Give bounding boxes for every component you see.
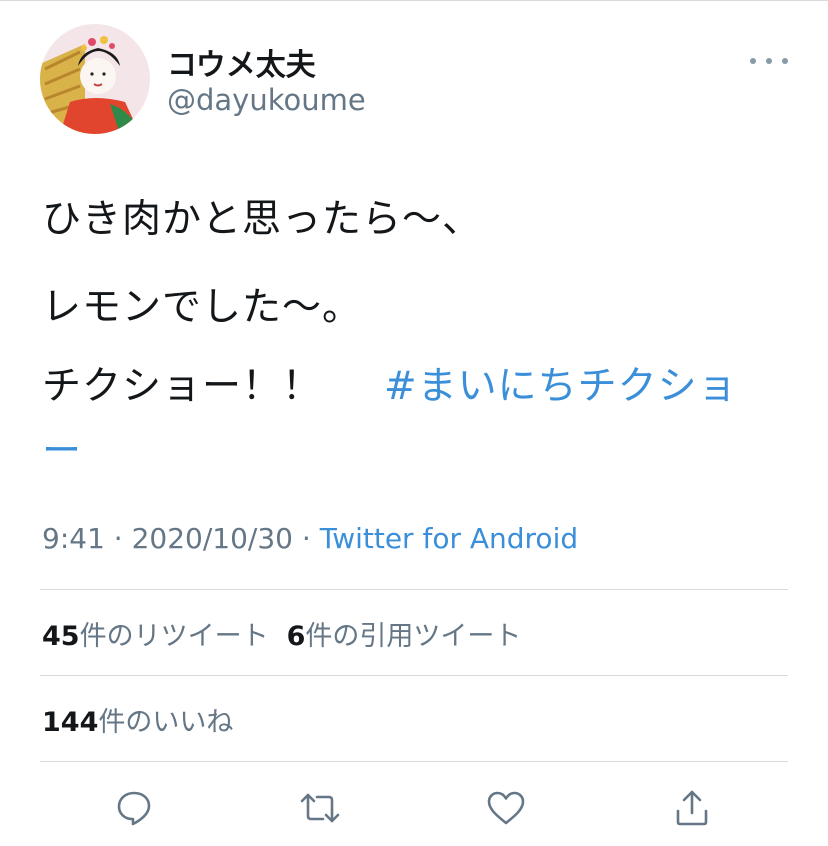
divider — [40, 589, 788, 590]
tweet-source-link[interactable]: Twitter for Android — [320, 522, 578, 555]
hashtag-link[interactable]: #まいにちチクショ — [384, 355, 738, 411]
share-icon — [676, 790, 708, 826]
quotes-stat[interactable]: 6件の引用ツイート — [287, 621, 522, 652]
retweet-button[interactable] — [298, 786, 342, 830]
tweet-text-line: チクショー！！ — [42, 364, 323, 409]
more-dot — [782, 58, 788, 64]
retweets-stat[interactable]: 45件のリツイート — [42, 621, 269, 652]
reply-icon — [117, 791, 151, 826]
display-name[interactable]: コウメ太夫 — [167, 40, 316, 84]
retweet-stats-row: 45件のリツイート 6件の引用ツイート — [42, 614, 521, 653]
likes-label: 件のいいね — [98, 707, 234, 738]
top-divider — [0, 0, 828, 1]
likes-count: 144 — [42, 707, 99, 738]
tweet-date: 2020/10/30 — [131, 522, 293, 555]
tweet-metadata: 9:41 · 2020/10/30 · Twitter for Android — [42, 522, 578, 555]
retweets-label: 件のリツイート — [79, 621, 269, 652]
heart-icon — [487, 791, 525, 825]
retweet-icon — [300, 793, 340, 823]
likes-stats-row[interactable]: 144件のいいね — [42, 700, 233, 739]
meta-separator: · — [301, 522, 311, 555]
tweet-text-line: レモンでした〜。 — [42, 285, 363, 330]
reply-button[interactable] — [112, 786, 156, 830]
hashtag-link-continued[interactable]: ー — [42, 420, 82, 476]
avatar[interactable] — [40, 24, 150, 134]
quotes-count: 6 — [286, 621, 306, 652]
like-button[interactable] — [484, 786, 528, 830]
more-dot — [766, 58, 772, 64]
tweet-time: 9:41 — [42, 522, 105, 555]
divider — [40, 761, 788, 762]
avatar-image — [40, 24, 150, 134]
user-handle[interactable]: @dayukoume — [167, 83, 366, 117]
tweet-text-line: ひき肉かと思ったら〜、 — [42, 197, 483, 242]
meta-separator: · — [113, 522, 123, 555]
share-button[interactable] — [670, 786, 714, 830]
retweets-count: 45 — [42, 621, 80, 652]
more-options-icon[interactable] — [750, 48, 788, 74]
more-dot — [750, 58, 756, 64]
quotes-label: 件の引用ツイート — [305, 621, 522, 652]
divider — [40, 675, 788, 676]
